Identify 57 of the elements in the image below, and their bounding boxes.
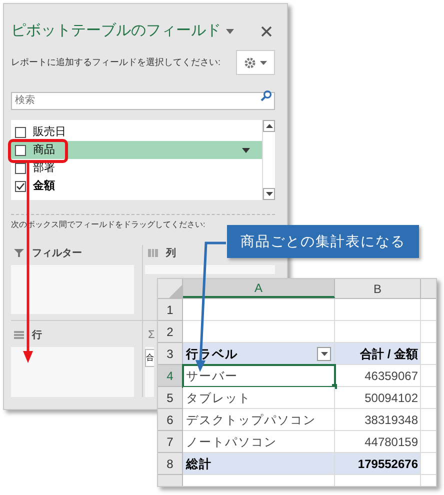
gear-icon bbox=[244, 56, 256, 68]
row-header[interactable]: 7 bbox=[158, 431, 183, 453]
area-label: 列 bbox=[166, 246, 176, 260]
checkbox[interactable] bbox=[15, 144, 26, 156]
highlight-frame bbox=[8, 139, 68, 163]
cell-text: デスクトップパソコン bbox=[186, 412, 316, 428]
field-label: 販売日 bbox=[33, 124, 66, 140]
column-header[interactable]: B bbox=[335, 279, 421, 298]
cell-text: 44780159 bbox=[364, 434, 418, 450]
cell-text: サーバー bbox=[186, 368, 238, 384]
row-header[interactable]: 2 bbox=[158, 321, 183, 343]
column-header[interactable]: A bbox=[183, 279, 335, 298]
checkbox[interactable] bbox=[15, 180, 26, 192]
cell-text: 合計 / 金額 bbox=[360, 346, 418, 362]
caret-icon bbox=[320, 352, 328, 356]
cell-text: 50094102 bbox=[364, 390, 418, 406]
area-label: 行 bbox=[32, 328, 42, 342]
drop-area[interactable]: 合 bbox=[145, 347, 154, 397]
filter-icon bbox=[14, 248, 24, 258]
sigma-icon: Σ bbox=[148, 326, 155, 344]
selected-cell[interactable]: サーバー bbox=[183, 365, 335, 387]
field-label: 金額 bbox=[33, 178, 55, 194]
field-item[interactable]: 販売日 bbox=[11, 123, 262, 141]
rows-icon bbox=[14, 330, 24, 340]
row-header[interactable]: 1 bbox=[158, 299, 183, 321]
callout-label: 商品ごとの集計表になる bbox=[227, 225, 419, 258]
cell-text: 38319348 bbox=[364, 412, 418, 428]
pane-title: ピボットテーブルのフィールド bbox=[11, 20, 221, 41]
settings-button[interactable] bbox=[236, 50, 275, 75]
cell-text: 179552676 bbox=[358, 456, 418, 472]
instruction-text: レポートに追加するフィールドを選択してください: bbox=[11, 56, 221, 69]
search-field[interactable]: 検索 bbox=[11, 92, 275, 110]
filter-dropdown-button[interactable] bbox=[317, 346, 331, 360]
search-icon[interactable] bbox=[260, 90, 272, 102]
field-item[interactable]: 商品 bbox=[11, 141, 262, 159]
close-icon[interactable] bbox=[261, 26, 272, 36]
scroll-up-icon[interactable] bbox=[263, 120, 275, 132]
area-label: フィルター bbox=[32, 246, 82, 260]
checkbox[interactable] bbox=[15, 126, 26, 138]
field-item[interactable]: 金額 bbox=[11, 177, 262, 195]
cell-text: タブレット bbox=[186, 390, 251, 406]
field-label: 商品 bbox=[33, 142, 55, 158]
checkbox[interactable] bbox=[15, 162, 26, 174]
columns-icon bbox=[148, 248, 158, 258]
cell-text: ノートパソコン bbox=[186, 434, 277, 450]
row-header[interactable]: 3 bbox=[158, 343, 183, 365]
scroll-down-icon[interactable] bbox=[263, 188, 275, 200]
caret-icon bbox=[260, 60, 267, 64]
row-header[interactable]: 6 bbox=[158, 409, 183, 431]
dropdown-icon[interactable] bbox=[225, 28, 235, 34]
field-chip[interactable]: 合 bbox=[145, 349, 154, 367]
cell-text: 46359067 bbox=[364, 368, 418, 384]
cell-text: 総計 bbox=[186, 456, 212, 472]
row-header[interactable]: 5 bbox=[158, 387, 183, 409]
row-header[interactable]: 8 bbox=[158, 453, 183, 475]
caret-icon[interactable] bbox=[242, 148, 250, 152]
row-header[interactable]: 4 bbox=[158, 365, 183, 387]
